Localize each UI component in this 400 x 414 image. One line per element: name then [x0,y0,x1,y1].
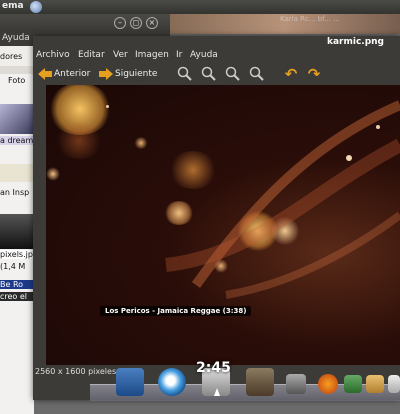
now-playing-notification: Los Pericos - Jamaica Reggae (3:38) [100,306,252,316]
folder-icon[interactable] [366,375,384,393]
zoom-fit-icon[interactable] [249,66,265,82]
menu-archivo[interactable]: Archivo [36,50,70,60]
top-panel: ema [0,0,400,14]
zoom-in-icon[interactable] [177,66,193,82]
browser-icon[interactable] [158,368,186,396]
close-icon[interactable]: × [146,17,158,29]
menu-item-ayuda[interactable]: Ayuda [2,33,30,43]
wallpaper-wave [165,100,400,299]
zoom-normal-icon[interactable] [225,66,241,82]
list-item-label[interactable]: pixels.jp [0,250,34,259]
dock: 2:45 [90,360,400,401]
image-thumbnail[interactable] [0,164,34,182]
next-button[interactable]: Siguiente [99,66,157,82]
top-panel-title: ema [2,1,24,11]
menu-imagen[interactable]: Imagen [135,50,169,60]
rotate-right-icon[interactable]: ↷ [306,66,322,82]
next-label: Siguiente [115,69,158,79]
background-strip-text: Karla Rc... bf... ... [280,15,340,23]
sidebar-label: dores [0,52,23,61]
zoom-out-icon[interactable] [201,66,217,82]
list-item-label[interactable]: Be Ro [0,280,34,289]
minimize-icon[interactable]: – [114,17,126,29]
list-item-label[interactable]: creo el [0,292,34,301]
background-window-titlebar[interactable]: – ◻ × [0,14,170,32]
previous-label: Anterior [54,69,91,79]
menu-editar[interactable]: Editar [78,50,105,60]
menu-ver[interactable]: Ver [113,50,128,60]
menu-ir[interactable]: Ir [176,50,182,60]
image-canvas[interactable] [46,85,400,365]
list-item-label[interactable]: an Insp [0,188,34,197]
firefox-icon[interactable] [318,374,338,394]
gimp-icon[interactable] [286,374,306,394]
ubuntu-logo-icon[interactable] [30,1,42,13]
menu-ayuda[interactable]: Ayuda [190,50,218,60]
document-icon[interactable] [388,375,400,393]
maximize-icon[interactable]: ◻ [130,17,142,29]
people-icon[interactable] [344,375,362,393]
image-viewer-window: karmic.png Archivo Editar Ver Imagen Ir … [33,36,400,400]
window-title: karmic.png [326,37,384,47]
list-item-label: (1,4 M [0,262,26,271]
file-list-sidebar: Foto a dream an Insp pixels.jp (1,4 M Be… [0,74,34,414]
anchor-icon[interactable] [116,368,144,396]
previous-button[interactable]: Anterior [38,66,90,82]
dock-clock: 2:45 [196,360,231,376]
image-thumbnail[interactable] [0,104,34,134]
viewer-titlebar[interactable]: karmic.png [33,36,400,49]
sidebar-header: dores [0,46,34,66]
viewer-toolbar: Anterior Siguiente ↶ ↷ [33,63,400,85]
viewer-side-strip [33,85,46,365]
arrow-left-icon [38,67,52,80]
viewer-menubar: Archivo Editar Ver Imagen Ir Ayuda [33,49,400,63]
rotate-left-icon[interactable]: ↶ [283,66,299,82]
settings-icon[interactable] [246,368,274,396]
background-window-strip: Karla Rc... bf... ... [170,14,400,34]
list-item-label[interactable]: a dream [0,136,34,145]
image-thumbnail[interactable] [0,214,34,249]
mouse-pointer-icon [214,388,220,396]
arrow-right-icon [99,67,113,80]
